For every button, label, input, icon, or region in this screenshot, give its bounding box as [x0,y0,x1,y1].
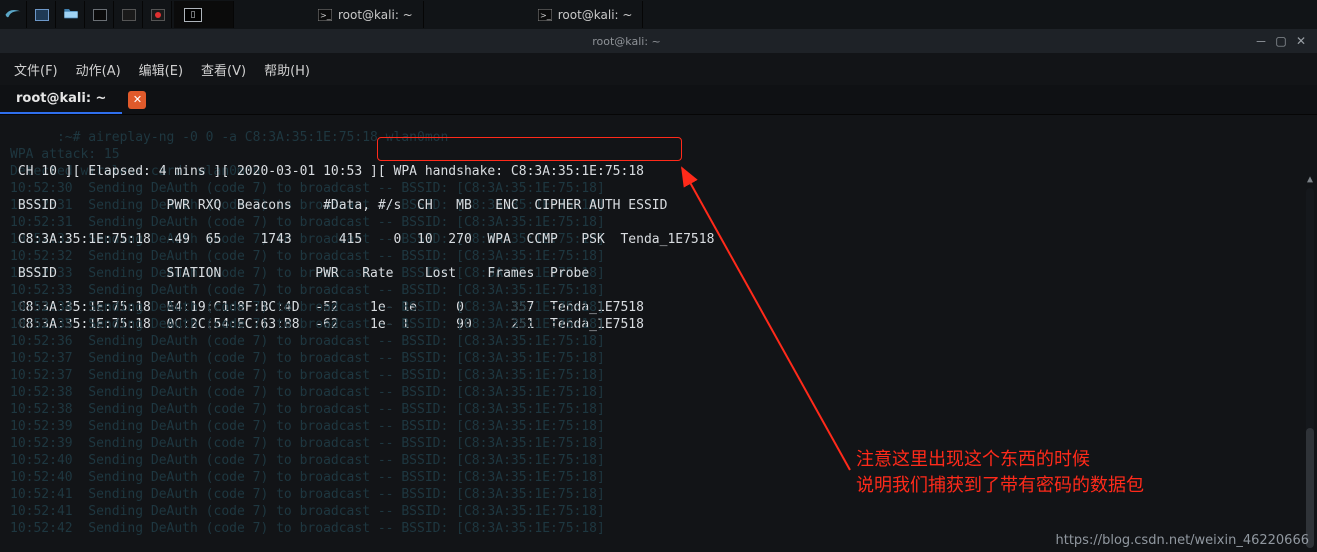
ap-table-header: BSSID PWR RXQ Beacons #Data, #/s CH MB E… [10,198,667,213]
terminal-scrollbar[interactable]: ▲ ▼ [1305,171,1315,548]
terminal-tabs: root@kali: ~ ✕ [0,85,1317,115]
menu-edit[interactable]: 编辑(E) [133,56,189,83]
menu-file[interactable]: 文件(F) [8,56,64,83]
taskbar: ▯ >_ root@kali: ~ >_ root@kali: ~ [0,0,1317,29]
svg-text:>_: >_ [540,11,552,20]
desktop-icon [35,9,49,21]
terminal-tab-1[interactable]: root@kali: ~ [0,85,122,114]
record-icon [151,9,165,21]
taskbar-item-terminal-2[interactable]: >_ root@kali: ~ [308,1,424,28]
terminal-icon: >_ [318,8,332,22]
terminal-launcher[interactable] [87,1,114,28]
ap-table-row: C8:3A:35:1E:75:18 -49 65 1743 415 0 10 2… [10,232,714,247]
task-label: root@kali: ~ [558,8,633,22]
menubar: 文件(F) 动作(A) 编辑(E) 查看(V) 帮助(H) [0,53,1317,85]
window-titlebar[interactable]: root@kali: ~ － ▢ ✕ [0,29,1317,53]
tab-close-button[interactable]: ✕ [128,91,146,109]
watermark: https://blog.csdn.net/weixin_46220666 [1055,533,1309,548]
menu-action[interactable]: 动作(A) [70,56,127,83]
taskbar-item-terminal-3[interactable]: >_ root@kali: ~ [528,1,644,28]
taskbar-item-terminal-1[interactable]: ▯ [174,1,234,28]
terminal-ghost-bottom: 10:52:34 Sending DeAuth (code 7) to broa… [10,299,605,537]
menu-view[interactable]: 查看(V) [195,56,252,83]
window-minimize-button[interactable]: － [1253,33,1269,49]
svg-text:>_: >_ [320,11,332,20]
kali-menu-button[interactable] [0,1,27,28]
annotation-text: 注意这里出现这个东西的时候 说明我们捕获到了带有密码的数据包 [856,446,1144,498]
show-desktop-button[interactable] [29,1,56,28]
tab-label: root@kali: ~ [16,91,106,106]
close-icon: ✕ [133,93,142,106]
terminal-icon [93,9,107,21]
status-line-left: CH 10 ][ Elapsed: 4 mins ][ 2020-03-01 1… [10,164,378,179]
window-close-button[interactable]: ✕ [1293,33,1309,49]
task-label: root@kali: ~ [338,8,413,22]
kali-logo-icon [3,3,23,26]
window-maximize-button[interactable]: ▢ [1273,33,1289,49]
editor-icon [122,9,136,21]
annotation-line-1: 注意这里出现这个东西的时候 [856,446,1144,472]
annotation-line-2: 说明我们捕获到了带有密码的数据包 [856,472,1144,498]
files-launcher[interactable] [58,1,85,28]
recorder-launcher[interactable] [145,1,172,28]
scrollbar-up-icon[interactable]: ▲ [1307,171,1313,188]
folder-icon [63,6,79,23]
editor-launcher[interactable] [116,1,143,28]
terminal-icon: ▯ [184,8,202,22]
status-line-handshake: [ WPA handshake: C8:3A:35:1E:75:18 [378,164,652,179]
menu-help[interactable]: 帮助(H) [258,56,316,83]
scrollbar-track[interactable] [1306,188,1314,531]
station-table-header: BSSID STATION PWR Rate Lost Frames Probe [10,266,589,281]
scrollbar-thumb[interactable] [1306,428,1314,548]
terminal-icon: >_ [538,8,552,22]
window-title: root@kali: ~ [0,35,1253,48]
